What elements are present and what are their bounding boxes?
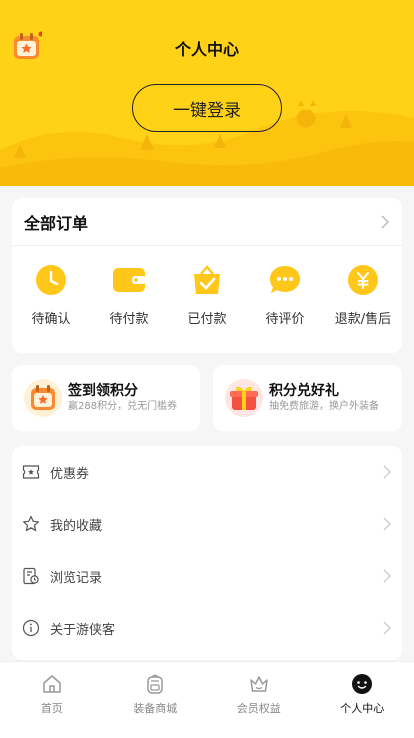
sign-in-points-card[interactable]: 签到领积分 赢288积分，兑无门槛券: [12, 365, 200, 431]
paid-bag-icon: [194, 265, 220, 294]
promo-title: 签到领积分: [68, 383, 138, 399]
profile-header: 个人中心 一键登录: [0, 0, 414, 186]
order-status-label: 待确认: [31, 312, 71, 327]
order-status-pending-review[interactable]: 待评价: [246, 264, 324, 327]
order-status-label: 待评价: [265, 312, 305, 327]
tab-label: 首页: [40, 702, 63, 715]
promo-subtitle: 抽免费旅游，换户外装备: [269, 401, 379, 412]
order-status-paid[interactable]: 已付款: [168, 264, 246, 327]
tab-gear-store[interactable]: 装备商城: [104, 662, 208, 738]
bottom-tab-bar: 首页 装备商城 会员权益 个人中心: [0, 661, 414, 738]
order-status-label: 待付款: [109, 312, 149, 327]
tab-home[interactable]: 首页: [0, 662, 104, 738]
crown-icon: [250, 676, 268, 692]
comment-icon: [270, 266, 300, 293]
menu-item-favorites[interactable]: 我的收藏: [12, 498, 402, 550]
history-icon: [23, 567, 39, 585]
order-status-pending-payment[interactable]: 待付款: [90, 264, 168, 327]
promo-title: 积分兑好礼: [269, 383, 339, 399]
chevron-right-icon: [383, 465, 391, 479]
star-icon: [23, 515, 39, 532]
wallet-icon: [113, 268, 146, 292]
promo-subtitle: 赢288积分，兑无门槛券: [68, 401, 178, 412]
menu-item-label: 关于游侠客: [50, 622, 116, 638]
one-click-login-button[interactable]: 一键登录: [132, 84, 282, 132]
menu-item-label: 优惠券: [50, 466, 90, 482]
chevron-right-icon: [383, 517, 391, 531]
tab-member-benefits[interactable]: 会员权益: [207, 662, 311, 738]
menu-item-coupons[interactable]: 优惠券: [12, 446, 402, 498]
gift-icon: [225, 379, 263, 417]
menu-item-about[interactable]: 关于游侠客: [12, 602, 402, 654]
order-status-label: 退款/售后: [334, 312, 392, 327]
page-title: 个人中心: [174, 40, 239, 59]
order-status-pending-confirm[interactable]: 待确认: [12, 264, 90, 327]
tab-label: 个人中心: [340, 702, 385, 715]
order-status-label: 已付款: [187, 312, 227, 327]
orders-title: 全部订单: [24, 213, 89, 233]
home-icon: [43, 675, 61, 693]
menu-item-history[interactable]: 浏览记录: [12, 550, 402, 602]
order-status-refund[interactable]: 退款/售后: [324, 264, 402, 327]
menu-item-label: 我的收藏: [50, 518, 103, 534]
chevron-right-icon: [381, 214, 390, 229]
chevron-right-icon: [383, 621, 391, 635]
profile-icon: [352, 674, 373, 694]
menu-item-label: 浏览记录: [50, 570, 103, 586]
tab-label: 装备商城: [133, 702, 178, 715]
chevron-right-icon: [383, 569, 391, 583]
all-orders-row[interactable]: 全部订单: [12, 198, 402, 246]
backpack-icon: [147, 674, 163, 694]
tab-label: 会员权益: [236, 702, 281, 715]
clock-icon: [36, 265, 66, 295]
info-icon: [22, 619, 40, 637]
coupon-icon: [22, 465, 40, 479]
refund-icon: [348, 265, 378, 295]
settings-menu: 优惠券 我的收藏 浏览记录 关于游侠客: [12, 446, 402, 660]
points-exchange-card[interactable]: 积分兑好礼 抽免费旅游，换户外装备: [213, 365, 402, 431]
orders-card: 全部订单 待确认 待付款 已付款 待评价 退款/售后: [12, 198, 402, 353]
tab-profile[interactable]: 个人中心: [311, 662, 414, 738]
calendar-icon: [24, 379, 62, 417]
